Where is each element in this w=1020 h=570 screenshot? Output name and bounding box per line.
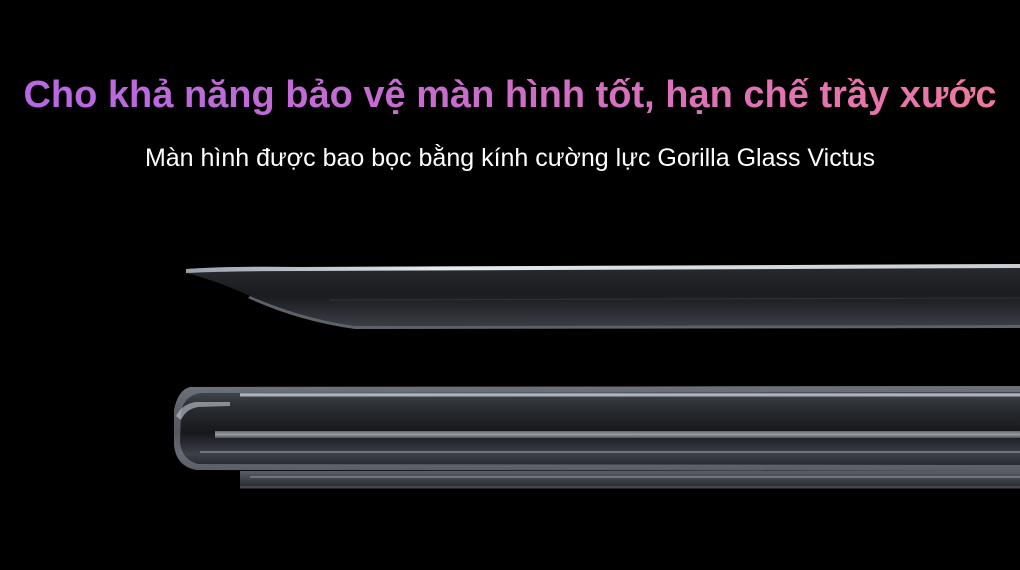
phone-frame-base (240, 471, 1020, 489)
phone-glass-illustration (174, 264, 1020, 489)
headline: Cho khả năng bảo vệ màn hình tốt, hạn ch… (0, 69, 1020, 121)
glass-panel (186, 264, 1020, 329)
phone-body (174, 386, 1020, 471)
subheadline: Màn hình được bao bọc bằng kính cường lự… (144, 144, 876, 172)
